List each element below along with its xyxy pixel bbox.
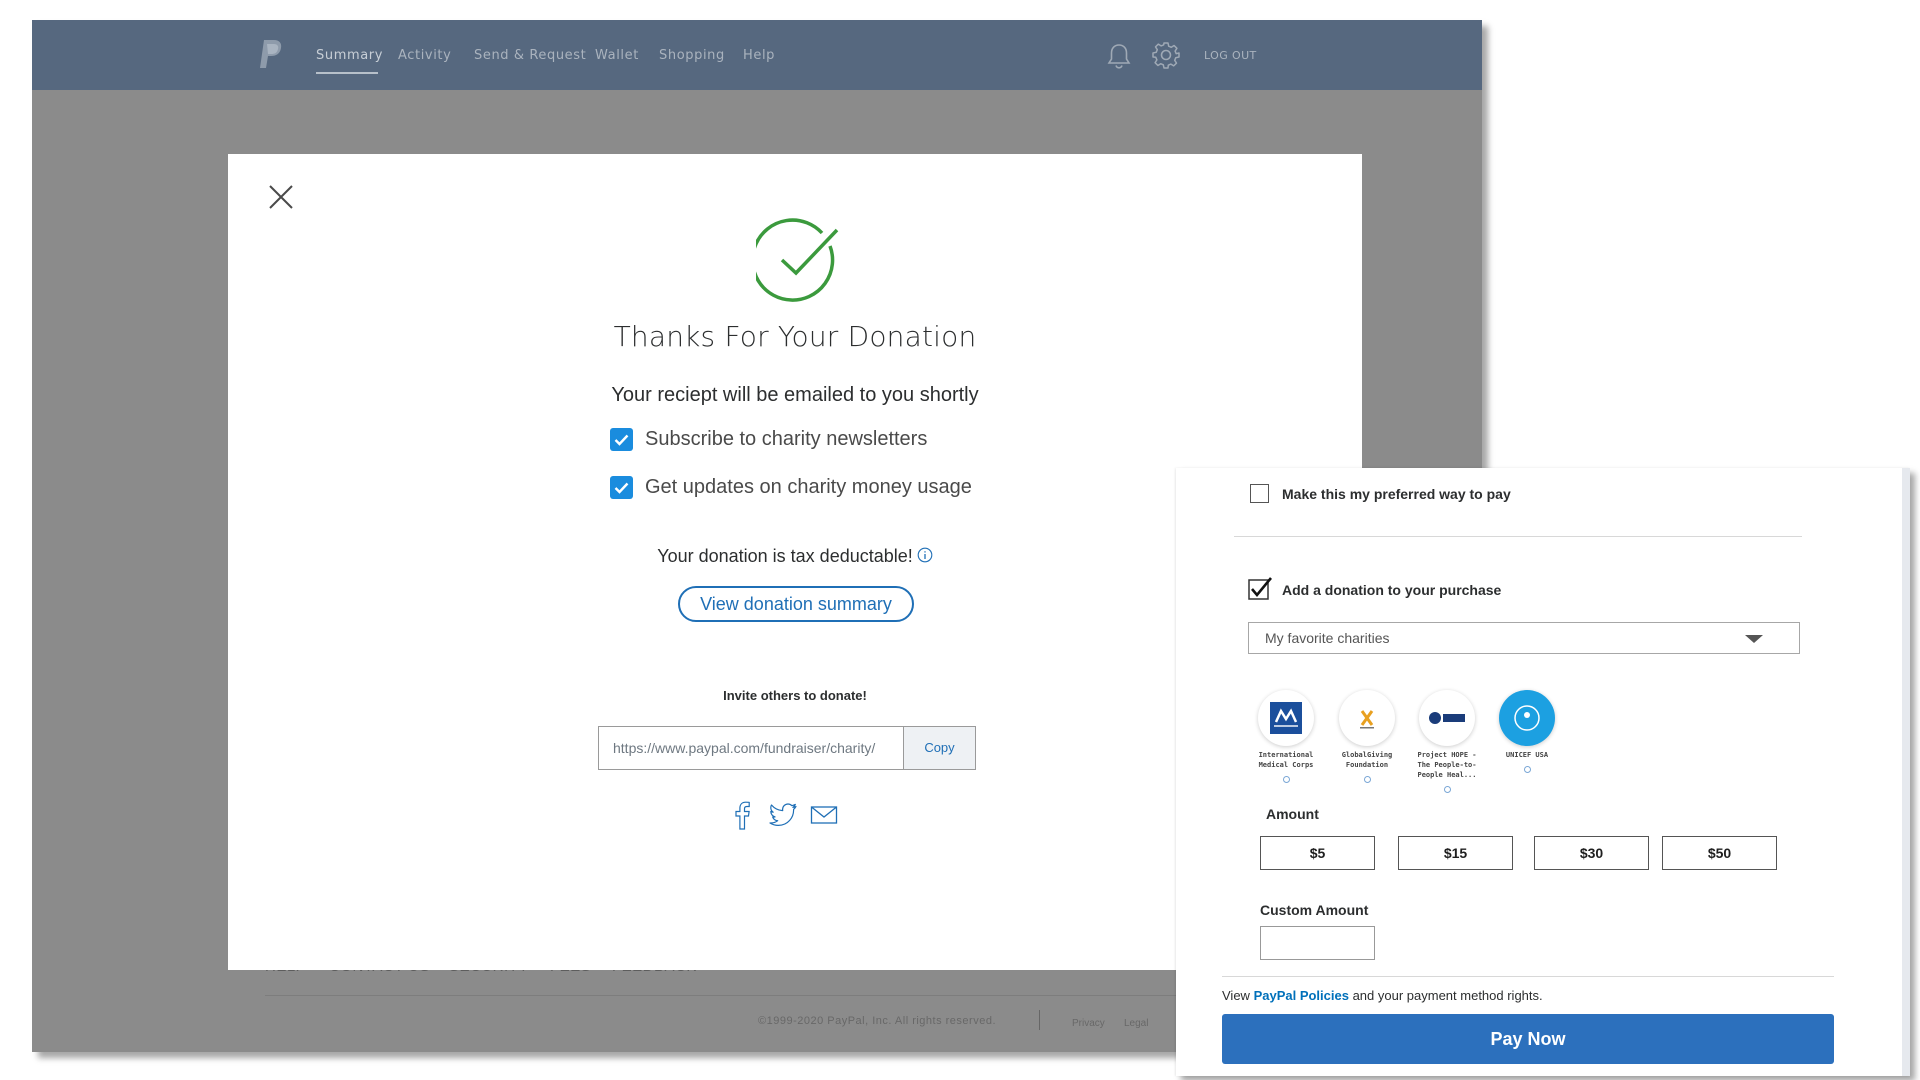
panel-divider bbox=[1222, 976, 1834, 977]
share-link-field: Copy bbox=[598, 726, 976, 770]
footer-divider bbox=[265, 995, 1225, 996]
updates-option[interactable]: Get updates on charity money usage bbox=[610, 476, 972, 499]
imc-logo-icon bbox=[1270, 702, 1302, 734]
preferred-payment-checkbox[interactable] bbox=[1250, 484, 1269, 503]
charity-logo bbox=[1419, 690, 1475, 746]
bell-icon[interactable] bbox=[1106, 42, 1132, 70]
charity-name: Project HOPE - The People-to-People Heal… bbox=[1417, 751, 1477, 779]
share-url-input[interactable] bbox=[599, 727, 903, 769]
amount-label: Amount bbox=[1266, 806, 1319, 822]
charity-name: International Medical Corps bbox=[1258, 751, 1314, 769]
panel-divider bbox=[1234, 536, 1802, 537]
amount-30-button[interactable]: $30 bbox=[1534, 836, 1649, 870]
nav-wallet[interactable]: Wallet bbox=[595, 48, 639, 63]
info-icon[interactable] bbox=[1282, 776, 1290, 783]
policies-prefix: View bbox=[1222, 988, 1254, 1003]
charity-dropdown-value: My favorite charities bbox=[1265, 630, 1390, 646]
charity-unicef-usa[interactable]: UNICEF USA bbox=[1492, 690, 1562, 778]
charity-logo bbox=[1258, 690, 1314, 746]
charity-name: GlobalGiving Foundation bbox=[1341, 751, 1393, 769]
policies-note: View PayPal Policies and your payment me… bbox=[1222, 988, 1543, 1003]
footer-privacy[interactable]: Privacy bbox=[1072, 1018, 1105, 1029]
globalgiving-logo-icon bbox=[1360, 710, 1374, 729]
close-icon[interactable] bbox=[268, 184, 294, 210]
project-hope-logo-icon bbox=[1429, 712, 1465, 724]
view-donation-summary-button[interactable]: View donation summary bbox=[678, 586, 914, 622]
nav-shopping[interactable]: Shopping bbox=[659, 48, 725, 63]
amount-15-button[interactable]: $15 bbox=[1398, 836, 1513, 870]
unicef-logo-icon bbox=[1514, 705, 1540, 731]
checkmark-icon bbox=[614, 434, 629, 446]
logout-link[interactable]: LOG OUT bbox=[1204, 49, 1257, 62]
info-icon[interactable] bbox=[1363, 776, 1371, 783]
nav-help[interactable]: Help bbox=[743, 48, 775, 63]
info-icon[interactable] bbox=[917, 547, 933, 563]
amount-5-button[interactable]: $5 bbox=[1260, 836, 1375, 870]
checkmark-icon bbox=[614, 482, 629, 494]
preferred-payment-label: Make this my preferred way to pay bbox=[1282, 486, 1511, 502]
nav-summary[interactable]: Summary bbox=[316, 48, 383, 63]
add-donation-label: Add a donation to your purchase bbox=[1282, 582, 1502, 598]
charity-globalgiving[interactable]: GlobalGiving Foundation bbox=[1332, 690, 1402, 788]
active-tab-underline bbox=[316, 72, 378, 74]
policies-suffix: and your payment method rights. bbox=[1348, 988, 1543, 1003]
email-icon[interactable] bbox=[810, 800, 838, 830]
copyright-text: ©1999-2020 PayPal, Inc. All rights reser… bbox=[758, 1015, 996, 1027]
chevron-down-icon bbox=[1745, 635, 1763, 643]
info-icon[interactable] bbox=[1443, 786, 1451, 793]
charity-logo bbox=[1339, 690, 1395, 746]
copy-button[interactable]: Copy bbox=[903, 727, 975, 769]
newsletter-label: Subscribe to charity newsletters bbox=[645, 428, 928, 450]
paypal-logo-icon[interactable] bbox=[258, 38, 284, 70]
add-donation-checkbox[interactable] bbox=[1248, 576, 1272, 600]
checkout-donation-panel: Make this my preferred way to pay Add a … bbox=[1176, 468, 1910, 1076]
paypal-policies-link[interactable]: PayPal Policies bbox=[1254, 988, 1349, 1003]
info-icon[interactable] bbox=[1523, 766, 1531, 773]
facebook-icon[interactable] bbox=[734, 800, 750, 830]
modal-title: Thanks For Your Donation bbox=[613, 320, 977, 353]
custom-amount-label: Custom Amount bbox=[1260, 902, 1369, 918]
updates-label: Get updates on charity money usage bbox=[645, 476, 972, 498]
footer-separator bbox=[1039, 1010, 1040, 1030]
newsletter-option[interactable]: Subscribe to charity newsletters bbox=[610, 428, 927, 451]
newsletter-checkbox[interactable] bbox=[610, 428, 633, 451]
charity-project-hope[interactable]: Project HOPE - The People-to-People Heal… bbox=[1412, 690, 1482, 798]
custom-amount-input[interactable] bbox=[1260, 926, 1375, 960]
charity-international-medical-corps[interactable]: International Medical Corps bbox=[1251, 690, 1321, 788]
amount-50-button[interactable]: $50 bbox=[1662, 836, 1777, 870]
nav-activity[interactable]: Activity bbox=[398, 48, 451, 63]
footer-legal[interactable]: Legal bbox=[1124, 1018, 1148, 1029]
tax-deductible-text: Your donation is tax deductable! bbox=[657, 546, 913, 566]
top-navigation-bar: Summary Activity Send & Request Wallet S… bbox=[32, 20, 1482, 90]
charity-logo bbox=[1499, 690, 1555, 746]
charity-dropdown[interactable]: My favorite charities bbox=[1248, 622, 1800, 654]
nav-send-request[interactable]: Send & Request bbox=[474, 48, 586, 63]
charity-name: UNICEF USA bbox=[1505, 751, 1549, 759]
receipt-message: Your reciept will be emailed to you shor… bbox=[611, 384, 979, 406]
twitter-icon[interactable] bbox=[768, 800, 798, 830]
gear-icon[interactable] bbox=[1152, 41, 1180, 69]
check-circle-icon bbox=[756, 218, 839, 302]
pay-now-button[interactable]: Pay Now bbox=[1222, 1014, 1834, 1064]
updates-checkbox[interactable] bbox=[610, 476, 633, 499]
panel-scrollbar-track[interactable] bbox=[1902, 468, 1910, 1076]
